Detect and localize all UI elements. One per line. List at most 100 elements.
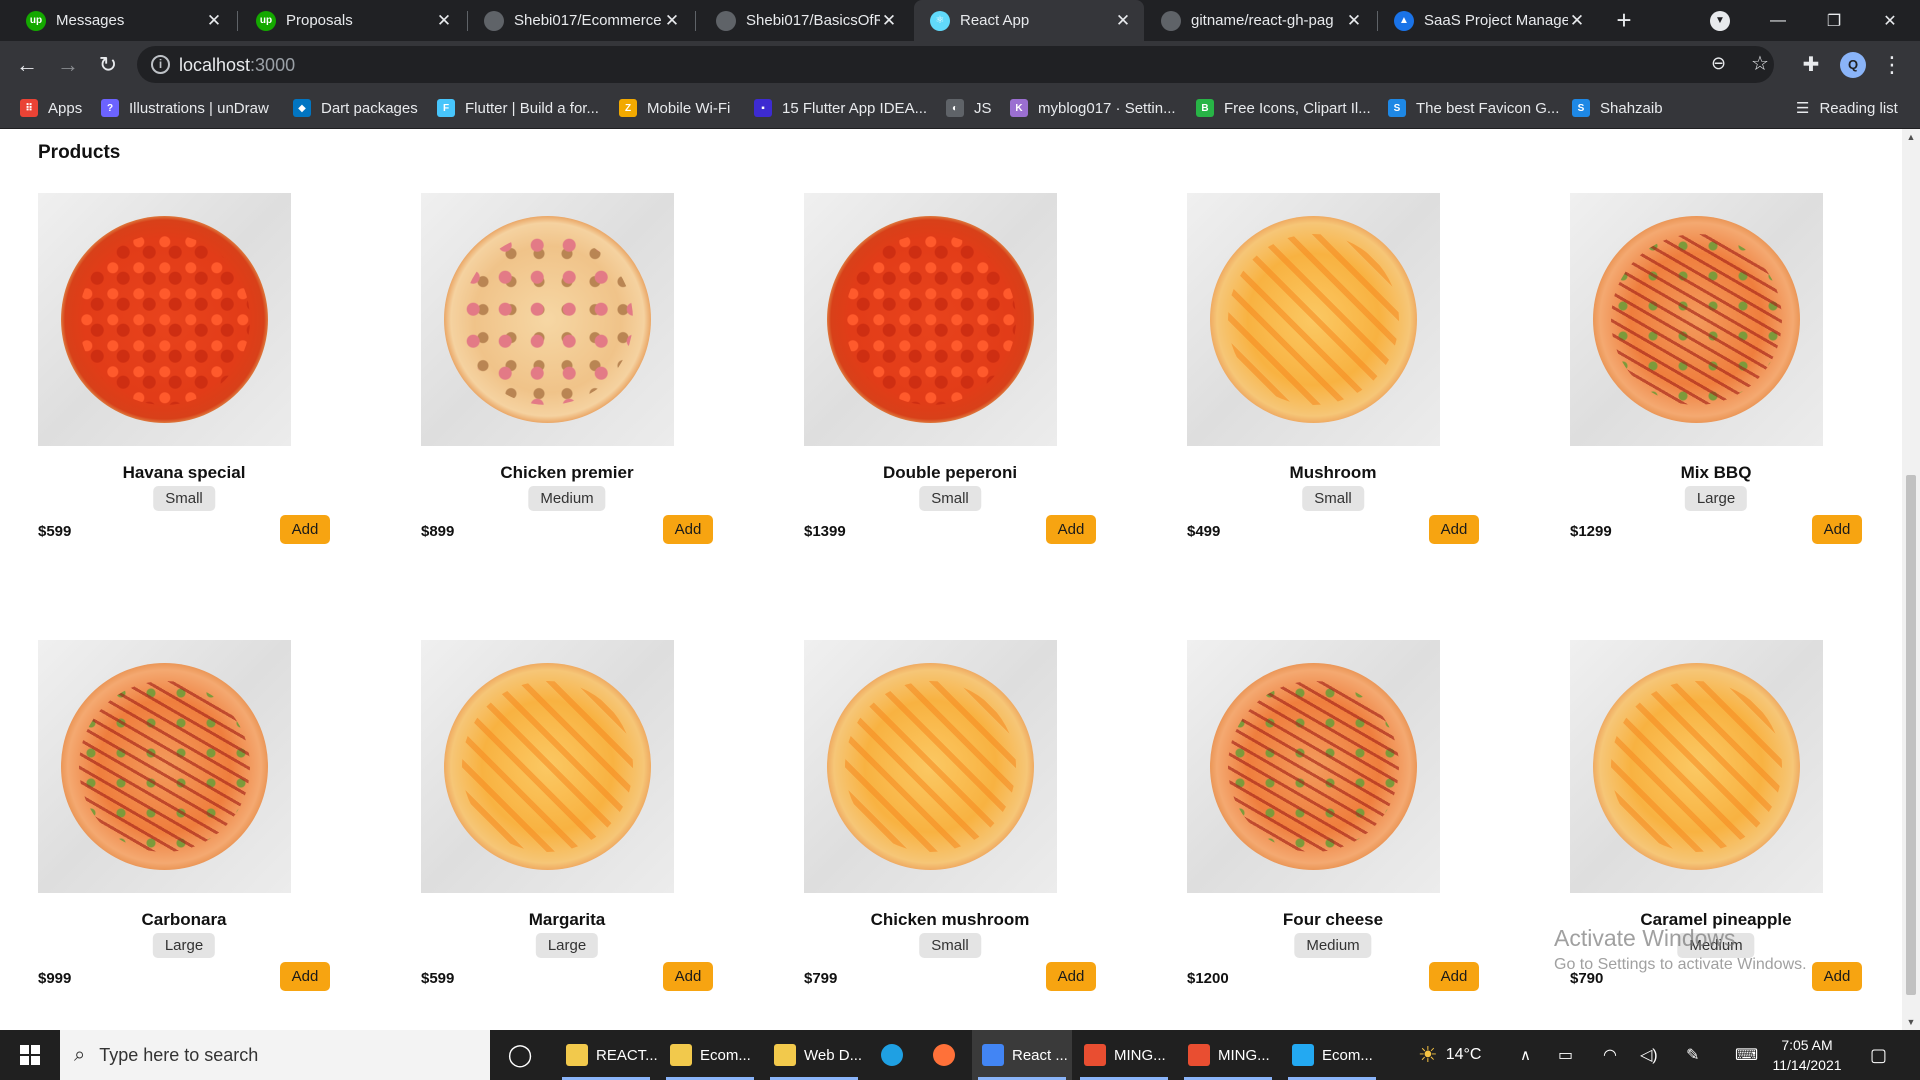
add-to-cart-button[interactable]: Add [1046, 962, 1096, 991]
taskbar-app[interactable] [868, 1030, 916, 1080]
reading-list-button[interactable]: ☰ Reading list [1796, 88, 1898, 128]
page-scrollbar[interactable]: ▲ ▼ [1902, 129, 1920, 1030]
browser-tab-title: Messages [56, 12, 125, 29]
scrollbar-thumb[interactable] [1906, 475, 1916, 995]
taskbar-app[interactable]: Ecom... [660, 1030, 760, 1080]
bookmark-item[interactable]: ▪ 15 Flutter App IDEA... [754, 88, 927, 128]
task-view-icon[interactable]: ◯ [506, 1030, 534, 1080]
bookmark-item[interactable]: S The best Favicon G... [1388, 88, 1559, 128]
profile-avatar[interactable]: Q [1840, 52, 1866, 78]
product-card: Mix BBQ Large $1299 Add [1570, 193, 1862, 544]
clock-time: 7:05 AM [1781, 1037, 1833, 1053]
address-bar[interactable]: i localhost:3000 ⊖ ☆ [137, 46, 1774, 83]
taskbar-app[interactable]: React ... [972, 1030, 1072, 1080]
bookmark-item[interactable]: ◆ Dart packages [293, 88, 418, 128]
taskbar-app[interactable]: MING... [1074, 1030, 1174, 1080]
taskbar-app[interactable]: REACT... [556, 1030, 658, 1080]
url-text[interactable]: localhost:3000 [179, 55, 295, 76]
add-to-cart-button[interactable]: Add [1046, 515, 1096, 544]
volume-icon[interactable]: ◁) [1640, 1030, 1658, 1080]
github-icon [716, 10, 736, 31]
bookmark-favicon-icon: ⠿ [20, 99, 38, 117]
pen-icon[interactable]: ✎ [1686, 1030, 1699, 1080]
product-price: $799 [804, 970, 838, 987]
scroll-down-icon[interactable]: ▼ [1902, 1014, 1920, 1030]
wifi-icon[interactable]: ◠ [1603, 1030, 1617, 1080]
bookmark-item[interactable]: ? Illustrations | unDraw [101, 88, 269, 128]
taskbar-app[interactable]: MING... [1178, 1030, 1278, 1080]
browser-tab[interactable]: up Messages ✕ [10, 0, 235, 41]
add-to-cart-button[interactable]: Add [1429, 962, 1479, 991]
notifications-icon[interactable]: ▢ [1870, 1030, 1887, 1080]
browser-tab[interactable]: ⚛ React App ✕ [914, 0, 1144, 41]
close-tab-icon[interactable]: ✕ [663, 11, 681, 31]
restore-icon[interactable]: ❐ [1806, 0, 1862, 41]
firefox-icon [933, 1044, 955, 1066]
browser-tab[interactable]: Shebi017/Ecommerce ✕ [468, 0, 693, 41]
browser-tab[interactable]: Shebi017/BasicsOfRea✕ [700, 0, 910, 41]
bookmark-item[interactable]: Kmyblog017 · Settin... [1010, 88, 1176, 128]
taskbar-search-box[interactable]: ⌕ Type here to search [60, 1030, 490, 1080]
forward-icon[interactable]: → [54, 51, 82, 79]
menu-kebab-icon[interactable]: ⋮ [1878, 51, 1906, 79]
extensions-icon[interactable]: ✚ [1797, 51, 1825, 79]
github-icon [1161, 10, 1181, 31]
close-tab-icon[interactable]: ✕ [1568, 11, 1586, 31]
new-tab-icon[interactable]: + [1611, 7, 1637, 34]
bookmark-item[interactable]: ⠿ Apps [20, 88, 82, 128]
close-tab-icon[interactable]: ✕ [1114, 11, 1132, 31]
show-hidden-icons-icon[interactable]: ∧ [1520, 1030, 1531, 1080]
add-to-cart-button[interactable]: Add [1812, 515, 1862, 544]
browser-tab[interactable]: ▲ SaaS Project Manager ✕ [1378, 0, 1598, 41]
add-to-cart-button[interactable]: Add [1812, 962, 1862, 991]
upwork-icon: up [256, 10, 276, 31]
bookmark-favicon-icon: ◐ [946, 99, 964, 117]
add-to-cart-button[interactable]: Add [280, 962, 330, 991]
system-clock[interactable]: 7:05 AM 11/14/2021 [1762, 1035, 1852, 1075]
back-icon[interactable]: ← [13, 51, 41, 79]
scroll-up-icon[interactable]: ▲ [1902, 129, 1920, 145]
browser-tab[interactable]: up Proposals ✕ [240, 0, 465, 41]
folder-icon [566, 1044, 588, 1066]
bookmark-item[interactable]: Z Mobile Wi-Fi [619, 88, 730, 128]
minimize-icon[interactable]: — [1750, 0, 1806, 41]
taskbar-app[interactable]: Ecom... [1282, 1030, 1382, 1080]
close-tab-icon[interactable]: ✕ [1345, 11, 1363, 31]
size-badge: Large [152, 933, 216, 958]
taskbar-app[interactable] [920, 1030, 968, 1080]
site-info-icon[interactable]: i [151, 55, 170, 74]
pizza-photo [827, 216, 1034, 423]
upwork-icon: up [26, 10, 46, 31]
add-to-cart-button[interactable]: Add [663, 515, 713, 544]
bookmark-star-icon[interactable]: ☆ [1751, 51, 1769, 76]
keyboard-icon[interactable]: ⌨ [1735, 1030, 1758, 1080]
windows-taskbar: ⌕ Type here to search ◯ ☀ 14°C ∧ ▭ ◠ ◁) … [0, 1030, 1920, 1080]
url-host: localhost [179, 55, 251, 75]
reload-icon[interactable]: ↻ [94, 51, 122, 79]
close-window-icon[interactable]: ✕ [1862, 0, 1918, 41]
close-tab-icon[interactable]: ✕ [880, 11, 898, 31]
folder-icon [774, 1044, 796, 1066]
folder-icon [670, 1044, 692, 1066]
add-to-cart-button[interactable]: Add [1429, 515, 1479, 544]
pizza-photo [444, 663, 651, 870]
bookmark-item[interactable]: S Shahzaib [1572, 88, 1663, 128]
start-button[interactable] [0, 1030, 60, 1080]
browser-tab[interactable]: gitname/react-gh-pag ✕ [1145, 0, 1375, 41]
taskbar-app[interactable]: Web D... [764, 1030, 864, 1080]
product-name: Margarita [528, 910, 606, 929]
bookmark-item[interactable]: B Free Icons, Clipart Il... [1196, 88, 1371, 128]
tab-search-icon[interactable]: ▼ [1710, 11, 1730, 31]
clock-date: 11/14/2021 [1772, 1057, 1842, 1073]
add-to-cart-button[interactable]: Add [280, 515, 330, 544]
temperature: 14°C [1445, 1046, 1482, 1063]
battery-icon[interactable]: ▭ [1558, 1030, 1573, 1080]
weather-widget[interactable]: ☀ 14°C [1418, 1030, 1481, 1080]
close-tab-icon[interactable]: ✕ [435, 11, 453, 31]
zoom-icon[interactable]: ⊖ [1711, 53, 1726, 74]
close-tab-icon[interactable]: ✕ [205, 11, 223, 31]
bookmark-item[interactable]: F Flutter | Build a for... [437, 88, 599, 128]
add-to-cart-button[interactable]: Add [663, 962, 713, 991]
product-image [1570, 193, 1823, 446]
bookmark-item[interactable]: ◐ JS [946, 88, 992, 128]
